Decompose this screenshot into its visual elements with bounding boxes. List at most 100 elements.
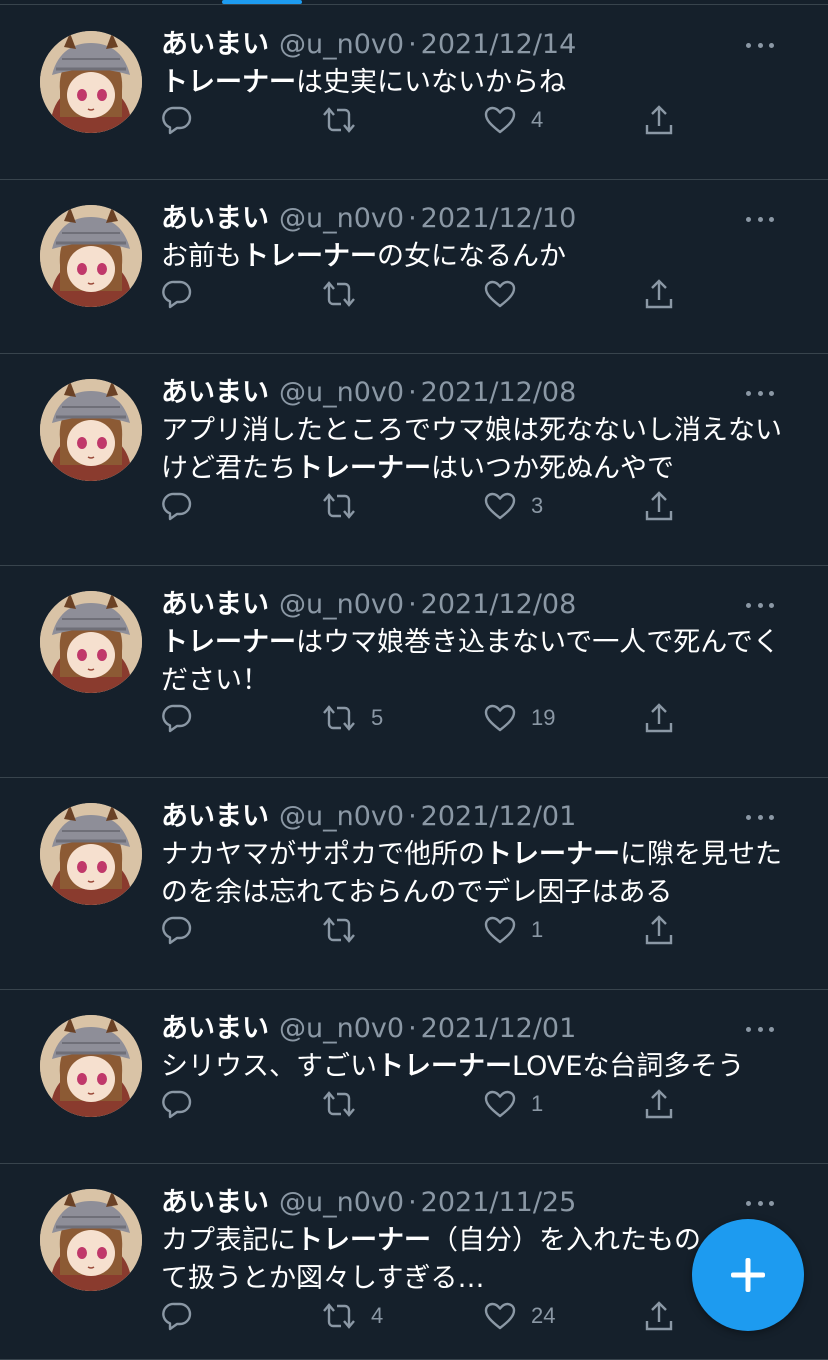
like-button[interactable]: 24 — [483, 1296, 555, 1336]
more-icon[interactable] — [740, 1184, 780, 1222]
avatar[interactable] — [40, 1015, 142, 1117]
display-name[interactable]: あいまい — [161, 1013, 269, 1044]
tweet-date[interactable]: 2021/11/25 — [421, 1187, 577, 1218]
share-button[interactable] — [643, 274, 675, 314]
separator-dot: · — [408, 1013, 417, 1044]
retweet-button[interactable] — [321, 1084, 371, 1124]
share-icon — [643, 103, 675, 137]
heart-icon — [483, 1088, 517, 1120]
like-button[interactable] — [483, 274, 531, 314]
display-name[interactable]: あいまい — [161, 589, 269, 620]
display-name[interactable]: あいまい — [161, 377, 269, 408]
tweet-actions: 1 — [161, 910, 701, 950]
avatar[interactable] — [40, 205, 142, 307]
compose-tweet-button[interactable] — [692, 1219, 804, 1331]
retweet-icon — [321, 104, 357, 136]
tweet-item[interactable]: あいまい @u_n0v0 · 2021/12/08 アプリ消したところでウマ娘は死なない… — [0, 354, 828, 566]
tweet-date[interactable]: 2021/12/01 — [421, 1013, 577, 1044]
tweet-header: あいまい @u_n0v0 · 2021/12/10 — [161, 200, 788, 238]
share-icon — [643, 1299, 675, 1333]
retweet-button[interactable] — [321, 274, 371, 314]
text-segment: の女になるんか — [377, 241, 566, 272]
highlighted-keyword: トレーナー — [296, 1225, 431, 1256]
more-icon[interactable] — [740, 200, 780, 238]
reply-button[interactable] — [161, 100, 207, 140]
tweet-header: あいまい @u_n0v0 · 2021/12/01 — [161, 1010, 788, 1048]
reply-icon — [161, 104, 193, 136]
tweet-header: あいまい @u_n0v0 · 2021/11/25 — [161, 1184, 788, 1222]
tweet-item[interactable]: あいまい @u_n0v0 · 2021/12/08 トレーナーはウマ娘巻き込まないで一人… — [0, 566, 828, 778]
user-handle[interactable]: @u_n0v0 — [279, 1013, 404, 1044]
tweet-item[interactable]: あいまい @u_n0v0 · 2021/12/01 シリウス、すごいトレーナーLOVEな… — [0, 990, 828, 1164]
like-button[interactable]: 3 — [483, 486, 543, 526]
text-segment: は史実にいないからね — [296, 67, 566, 98]
retweet-button[interactable] — [321, 910, 371, 950]
share-icon — [643, 913, 675, 947]
user-handle[interactable]: @u_n0v0 — [279, 377, 404, 408]
user-handle[interactable]: @u_n0v0 — [279, 1187, 404, 1218]
user-handle[interactable]: @u_n0v0 — [279, 589, 404, 620]
reply-button[interactable] — [161, 1296, 207, 1336]
tweet-date[interactable]: 2021/12/08 — [421, 377, 577, 408]
tweet-item[interactable]: あいまい @u_n0v0 · 2021/12/01 ナカヤマがサポカで他所のトレーナーに… — [0, 778, 828, 990]
highlighted-keyword: トレーナー — [296, 453, 431, 484]
share-button[interactable] — [643, 486, 675, 526]
tweet-text: トレーナーは史実にいないからね — [161, 64, 788, 102]
reply-button[interactable] — [161, 1084, 207, 1124]
more-icon[interactable] — [740, 26, 780, 64]
share-button[interactable] — [643, 1296, 675, 1336]
share-button[interactable] — [643, 100, 675, 140]
display-name[interactable]: あいまい — [161, 1187, 269, 1218]
avatar[interactable] — [40, 379, 142, 481]
display-name[interactable]: あいまい — [161, 203, 269, 234]
highlighted-keyword: トレーナー — [485, 839, 620, 870]
highlighted-keyword: トレーナー — [161, 627, 296, 658]
like-button[interactable]: 1 — [483, 1084, 543, 1124]
reply-button[interactable] — [161, 274, 207, 314]
tweet-item[interactable]: あいまい @u_n0v0 · 2021/12/14 トレーナーは史実にいないからね 4 — [0, 6, 828, 180]
more-icon[interactable] — [740, 374, 780, 412]
reply-button[interactable] — [161, 698, 207, 738]
text-segment: ナカヤマがサポカで他所の — [161, 839, 485, 870]
heart-icon — [483, 104, 517, 136]
retweet-icon — [321, 1088, 357, 1120]
display-name[interactable]: あいまい — [161, 801, 269, 832]
text-segment: お前も — [161, 241, 242, 272]
tweet-text: アプリ消したところでウマ娘は死なないし消えないけど君たちトレーナーはいつか死ぬん… — [161, 412, 788, 488]
avatar[interactable] — [40, 31, 142, 133]
like-button[interactable]: 19 — [483, 698, 555, 738]
share-button[interactable] — [643, 1084, 675, 1124]
more-icon[interactable] — [740, 1010, 780, 1048]
heart-icon — [483, 702, 517, 734]
retweet-button[interactable] — [321, 100, 371, 140]
tweet-date[interactable]: 2021/12/10 — [421, 203, 577, 234]
reply-button[interactable] — [161, 486, 207, 526]
retweet-button[interactable]: 5 — [321, 698, 383, 738]
tweet-text: ナカヤマがサポカで他所のトレーナーに隙を見せたのを余は忘れておらんのでデレ因子は… — [161, 836, 788, 912]
more-icon[interactable] — [740, 798, 780, 836]
tweet-date[interactable]: 2021/12/01 — [421, 801, 577, 832]
user-handle[interactable]: @u_n0v0 — [279, 29, 404, 60]
text-segment: シリウス、すごい — [161, 1051, 377, 1082]
like-button[interactable]: 4 — [483, 100, 543, 140]
more-icon[interactable] — [740, 586, 780, 624]
display-name[interactable]: あいまい — [161, 29, 269, 60]
tweet-item[interactable]: あいまい @u_n0v0 · 2021/12/10 お前もトレーナーの女になるんか — [0, 180, 828, 354]
avatar[interactable] — [40, 1189, 142, 1291]
retweet-button[interactable] — [321, 486, 371, 526]
retweet-button[interactable]: 4 — [321, 1296, 383, 1336]
avatar[interactable] — [40, 591, 142, 693]
tweet-date[interactable]: 2021/12/14 — [421, 29, 577, 60]
user-handle[interactable]: @u_n0v0 — [279, 203, 404, 234]
tweet-date[interactable]: 2021/12/08 — [421, 589, 577, 620]
divider — [0, 4, 828, 5]
avatar[interactable] — [40, 803, 142, 905]
share-button[interactable] — [643, 910, 675, 950]
reply-button[interactable] — [161, 910, 207, 950]
share-button[interactable] — [643, 698, 675, 738]
user-handle[interactable]: @u_n0v0 — [279, 801, 404, 832]
tweet-header: あいまい @u_n0v0 · 2021/12/08 — [161, 374, 788, 412]
like-button[interactable]: 1 — [483, 910, 543, 950]
like-count: 19 — [531, 705, 556, 730]
text-segment: はいつか死ぬんやで — [431, 453, 674, 484]
